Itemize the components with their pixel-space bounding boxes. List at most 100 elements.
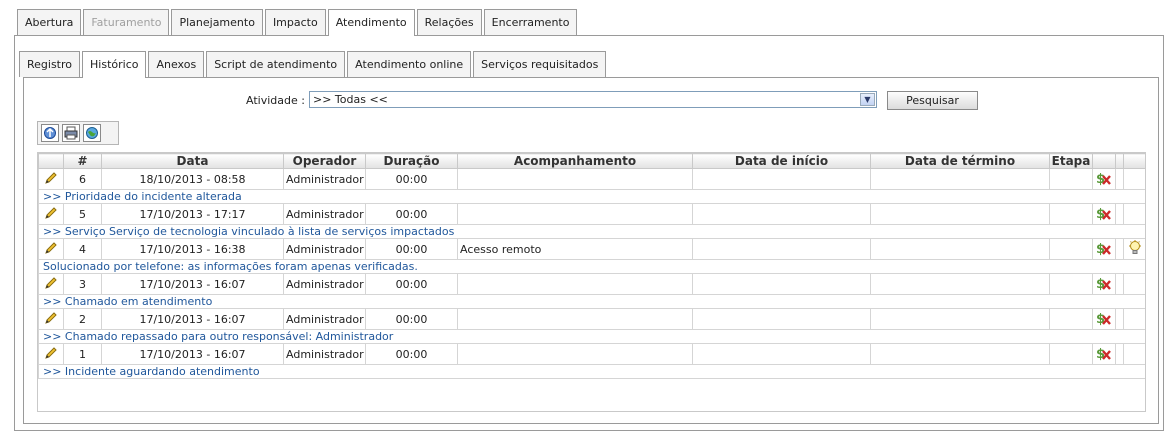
row-stage <box>1049 203 1093 225</box>
tab-abertura[interactable]: Abertura <box>17 9 82 35</box>
chevron-down-icon[interactable]: ▼ <box>860 93 875 106</box>
grid-toolbar <box>37 121 119 145</box>
table-row: 1 17/10/2013 - 16:07 Administrador 00:00 $ <box>38 343 1145 365</box>
header-cost <box>1092 153 1116 169</box>
subtab-script-de-atendimento[interactable]: Script de atendimento <box>206 51 346 77</box>
row-duration: 00:00 <box>365 308 458 330</box>
history-note: Solucionado por telefone: as informações… <box>38 259 1145 274</box>
header-operator: Operador <box>283 153 366 169</box>
cost-remove-icon[interactable]: $ <box>1092 273 1116 295</box>
search-button[interactable]: Pesquisar <box>887 91 978 110</box>
row-operator: Administrador <box>283 308 366 330</box>
row-followup <box>457 273 693 295</box>
tab-encerramento[interactable]: Encerramento <box>483 9 578 35</box>
row-operator: Administrador <box>283 168 366 190</box>
history-note: >> Incidente aguardando atendimento <box>38 364 1145 379</box>
row-duration: 00:00 <box>365 203 458 225</box>
cost-remove-icon[interactable]: $ <box>1092 238 1116 260</box>
tab-faturamento[interactable]: Faturamento <box>83 9 170 35</box>
row-end-date <box>870 238 1050 260</box>
subtab-anexos[interactable]: Anexos <box>148 51 205 77</box>
row-spacer <box>1115 273 1124 295</box>
row-number: 4 <box>63 238 102 260</box>
row-end-date <box>870 203 1050 225</box>
header-stage: Etapa <box>1049 153 1093 169</box>
row-spacer <box>1115 308 1124 330</box>
row-start-date <box>692 343 871 365</box>
row-start-date <box>692 203 871 225</box>
globe-icon[interactable] <box>83 124 101 142</box>
header-end-date: Data de término <box>870 153 1050 169</box>
table-row-note: >> Prioridade do incidente alterada <box>38 189 1145 204</box>
row-end-date <box>870 343 1050 365</box>
subtab-atendimento-online[interactable]: Atendimento online <box>347 51 472 77</box>
row-stage <box>1049 308 1093 330</box>
row-number: 2 <box>63 308 102 330</box>
row-operator: Administrador <box>283 203 366 225</box>
history-table: # Data Operador Duração Acompanhamento D… <box>38 153 1145 379</box>
tab-impacto[interactable]: Impacto <box>264 9 326 35</box>
row-spacer <box>1115 238 1124 260</box>
row-idea-cell <box>1123 308 1145 330</box>
subtab-histórico[interactable]: Histórico <box>82 51 147 78</box>
tab-atendimento[interactable]: Atendimento <box>327 9 415 36</box>
lightbulb-icon[interactable] <box>1123 238 1145 260</box>
edit-pencil-icon[interactable] <box>38 273 64 295</box>
row-operator: Administrador <box>283 273 366 295</box>
subtab-serviços-requisitados[interactable]: Serviços requisitados <box>473 51 607 77</box>
tab-relações[interactable]: Relações <box>416 9 482 35</box>
header-idea <box>1123 153 1145 169</box>
row-date: 17/10/2013 - 16:07 <box>101 273 284 295</box>
edit-pencil-icon[interactable] <box>38 308 64 330</box>
cost-remove-icon[interactable]: $ <box>1092 343 1116 365</box>
header-start-date: Data de início <box>692 153 871 169</box>
row-stage <box>1049 238 1093 260</box>
row-number: 5 <box>63 203 102 225</box>
edit-pencil-icon[interactable] <box>38 343 64 365</box>
edit-pencil-icon[interactable] <box>38 168 64 190</box>
history-note: >> Chamado em atendimento <box>38 294 1145 309</box>
activity-select-value: >> Todas << <box>313 93 388 106</box>
header-followup: Acompanhamento <box>457 153 693 169</box>
table-row: 3 17/10/2013 - 16:07 Administrador 00:00 $ <box>38 273 1145 295</box>
row-date: 17/10/2013 - 17:17 <box>101 203 284 225</box>
cost-remove-icon[interactable]: $ <box>1092 168 1116 190</box>
row-date: 18/10/2013 - 08:58 <box>101 168 284 190</box>
row-end-date <box>870 273 1050 295</box>
header-spacer <box>1115 153 1124 169</box>
row-spacer <box>1115 168 1124 190</box>
table-row-note: >> Incidente aguardando atendimento <box>38 364 1145 379</box>
history-note: >> Chamado repassado para outro responsá… <box>38 329 1145 344</box>
row-end-date <box>870 168 1050 190</box>
cost-remove-icon[interactable]: $ <box>1092 308 1116 330</box>
header-date: Data <box>101 153 284 169</box>
row-spacer <box>1115 203 1124 225</box>
subtab-registro[interactable]: Registro <box>19 51 81 77</box>
history-note: >> Prioridade do incidente alterada <box>38 189 1145 204</box>
tab-planejamento[interactable]: Planejamento <box>171 9 263 35</box>
header-edit <box>38 153 64 169</box>
row-idea-cell <box>1123 168 1145 190</box>
row-date: 17/10/2013 - 16:07 <box>101 343 284 365</box>
table-row: 6 18/10/2013 - 08:58 Administrador 00:00 $ <box>38 168 1145 190</box>
row-start-date <box>692 273 871 295</box>
row-followup <box>457 168 693 190</box>
table-row-note: >> Chamado em atendimento <box>38 294 1145 309</box>
row-duration: 00:00 <box>365 343 458 365</box>
row-date: 17/10/2013 - 16:38 <box>101 238 284 260</box>
edit-pencil-icon[interactable] <box>38 238 64 260</box>
table-row-note: >> Chamado repassado para outro responsá… <box>38 329 1145 344</box>
row-stage <box>1049 343 1093 365</box>
print-icon[interactable] <box>62 124 80 142</box>
row-idea-cell <box>1123 273 1145 295</box>
row-duration: 00:00 <box>365 273 458 295</box>
inner-tab-bar: Registro Histórico Anexos Script de atendim… <box>19 51 608 78</box>
refresh-icon[interactable] <box>41 124 59 142</box>
edit-pencil-icon[interactable] <box>38 203 64 225</box>
activity-select[interactable]: >> Todas << ▼ <box>309 91 877 108</box>
cost-remove-icon[interactable]: $ <box>1092 203 1116 225</box>
row-stage <box>1049 273 1093 295</box>
row-idea-cell <box>1123 343 1145 365</box>
row-start-date <box>692 168 871 190</box>
table-row-note: >> Serviço Serviço de tecnologia vincula… <box>38 224 1145 239</box>
